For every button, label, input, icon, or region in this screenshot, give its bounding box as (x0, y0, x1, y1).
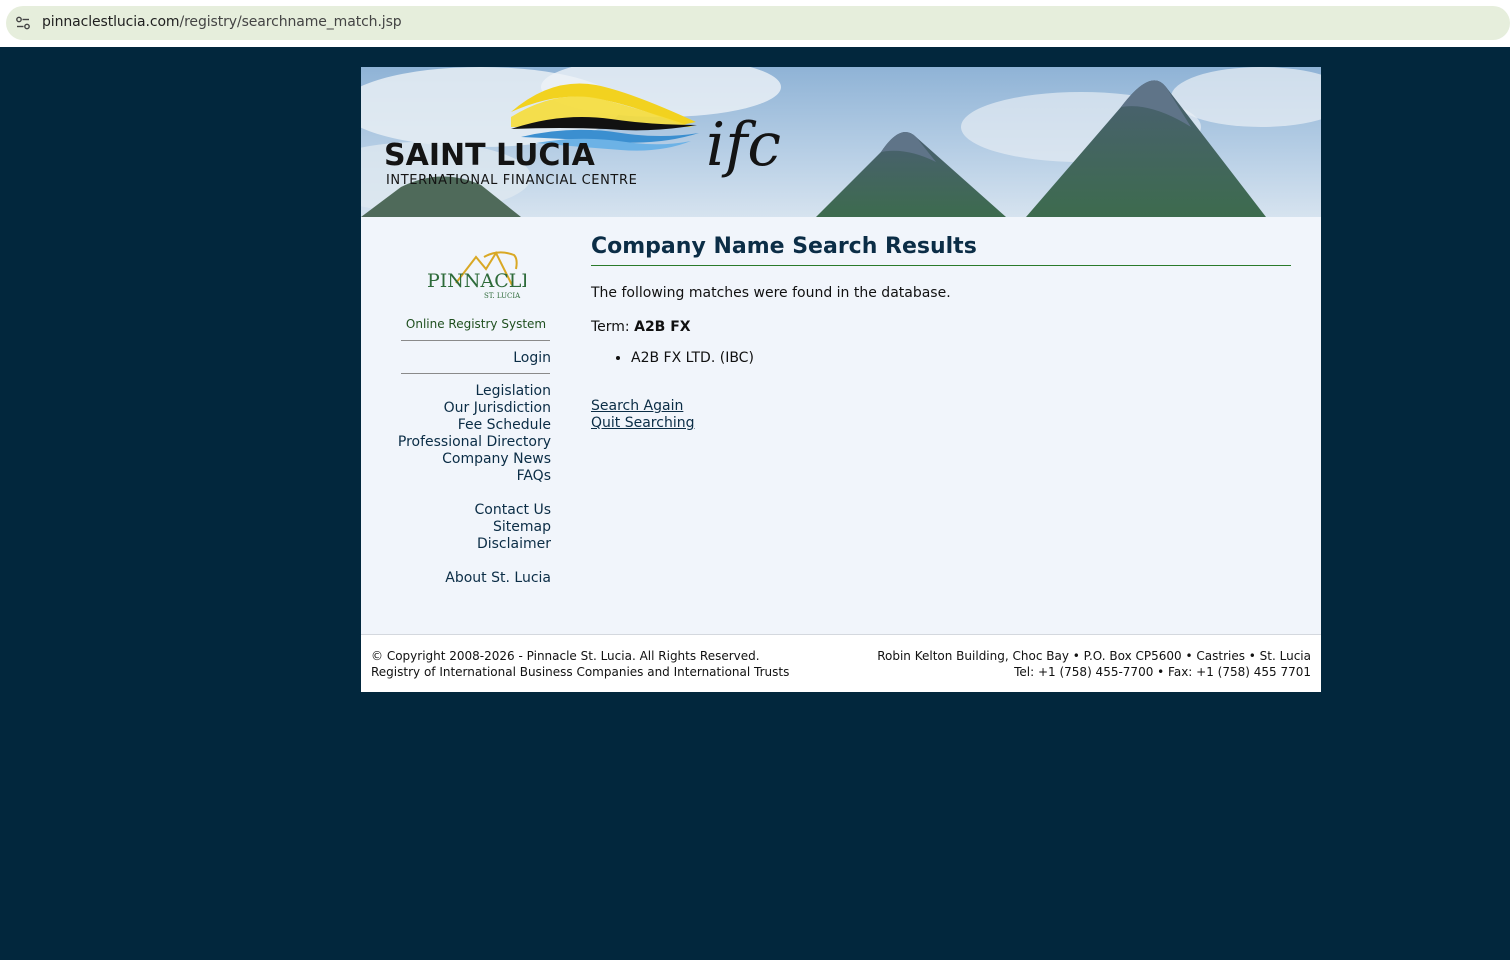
title-divider (591, 265, 1291, 266)
results-list: A2B FX LTD. (IBC) (591, 350, 754, 366)
sidebar-link-contact[interactable]: Contact Us (475, 502, 551, 518)
browser-toolbar: pinnaclestlucia.com/registry/searchname_… (0, 0, 1510, 47)
quit-searching-link[interactable]: Quit Searching (591, 415, 694, 431)
site-container: SAINT LUCIA INTERNATIONAL FINANCIAL CENT… (361, 67, 1321, 692)
sidebar-link-disclaimer[interactable]: Disclaimer (477, 536, 551, 552)
pinnacle-logo[interactable]: PINNACLE ST. LUCIA (426, 235, 535, 301)
sidebar-link-about[interactable]: About St. Lucia (445, 570, 551, 586)
footer-registry: Registry of International Business Compa… (371, 665, 790, 679)
sidebar-link-professional-directory[interactable]: Professional Directory (398, 434, 551, 450)
sidebar-link-fee-schedule[interactable]: Fee Schedule (458, 417, 551, 433)
sidebar-divider (401, 373, 550, 374)
footer-address: Robin Kelton Building, Choc Bay • P.O. B… (877, 649, 1311, 663)
pinnacle-mountain-icon: PINNACLE ST. LUCIA (427, 250, 535, 300)
sidebar-link-faqs[interactable]: FAQs (517, 468, 551, 484)
footer-right: Robin Kelton Building, Choc Bay • P.O. B… (877, 648, 1311, 680)
pinnacle-logo-name: PINNACLE (427, 270, 526, 292)
sidebar-link-jurisdiction[interactable]: Our Jurisdiction (444, 400, 551, 416)
list-item: A2B FX LTD. (IBC) (631, 350, 754, 366)
url-domain: pinnaclestlucia.com (42, 14, 180, 30)
banner-logo-title: SAINT LUCIA (384, 138, 596, 173)
url-text[interactable]: pinnaclestlucia.com/registry/searchname_… (42, 14, 402, 30)
tune-icon[interactable] (15, 15, 31, 31)
sidebar-link-login[interactable]: Login (513, 350, 551, 366)
url-path: /registry/searchname_match.jsp (179, 14, 402, 30)
banner-image: SAINT LUCIA INTERNATIONAL FINANCIAL CENT… (361, 67, 1321, 217)
term-value: A2B FX (634, 319, 691, 335)
footer-copyright: © Copyright 2008-2026 - Pinnacle St. Luc… (371, 649, 760, 663)
pinnacle-logo-sub: ST. LUCIA (484, 292, 521, 300)
banner-logo-subtitle: INTERNATIONAL FINANCIAL CENTRE (386, 173, 637, 188)
header-banner: SAINT LUCIA INTERNATIONAL FINANCIAL CENT… (361, 67, 1321, 217)
footer-left: © Copyright 2008-2026 - Pinnacle St. Luc… (371, 648, 789, 680)
sidebar-link-sitemap[interactable]: Sitemap (493, 519, 551, 535)
footer: © Copyright 2008-2026 - Pinnacle St. Luc… (361, 635, 1321, 692)
banner-logo-ifc: ifc (706, 110, 781, 180)
search-term-line: Term: A2B FX (591, 319, 691, 335)
page-title: Company Name Search Results (591, 234, 977, 259)
sidebar-divider (401, 340, 550, 341)
term-label: Term: (591, 319, 630, 335)
results-intro: The following matches were found in the … (591, 285, 951, 301)
search-again-link[interactable]: Search Again (591, 398, 683, 414)
footer-phone: Tel: +1 (758) 455-7700 • Fax: +1 (758) 4… (1014, 665, 1311, 679)
sidebar-link-company-news[interactable]: Company News (442, 451, 551, 467)
online-registry-label: Online Registry System (405, 317, 547, 331)
address-bar[interactable]: pinnaclestlucia.com/registry/searchname_… (6, 6, 1510, 40)
sidebar-link-legislation[interactable]: Legislation (475, 383, 551, 399)
